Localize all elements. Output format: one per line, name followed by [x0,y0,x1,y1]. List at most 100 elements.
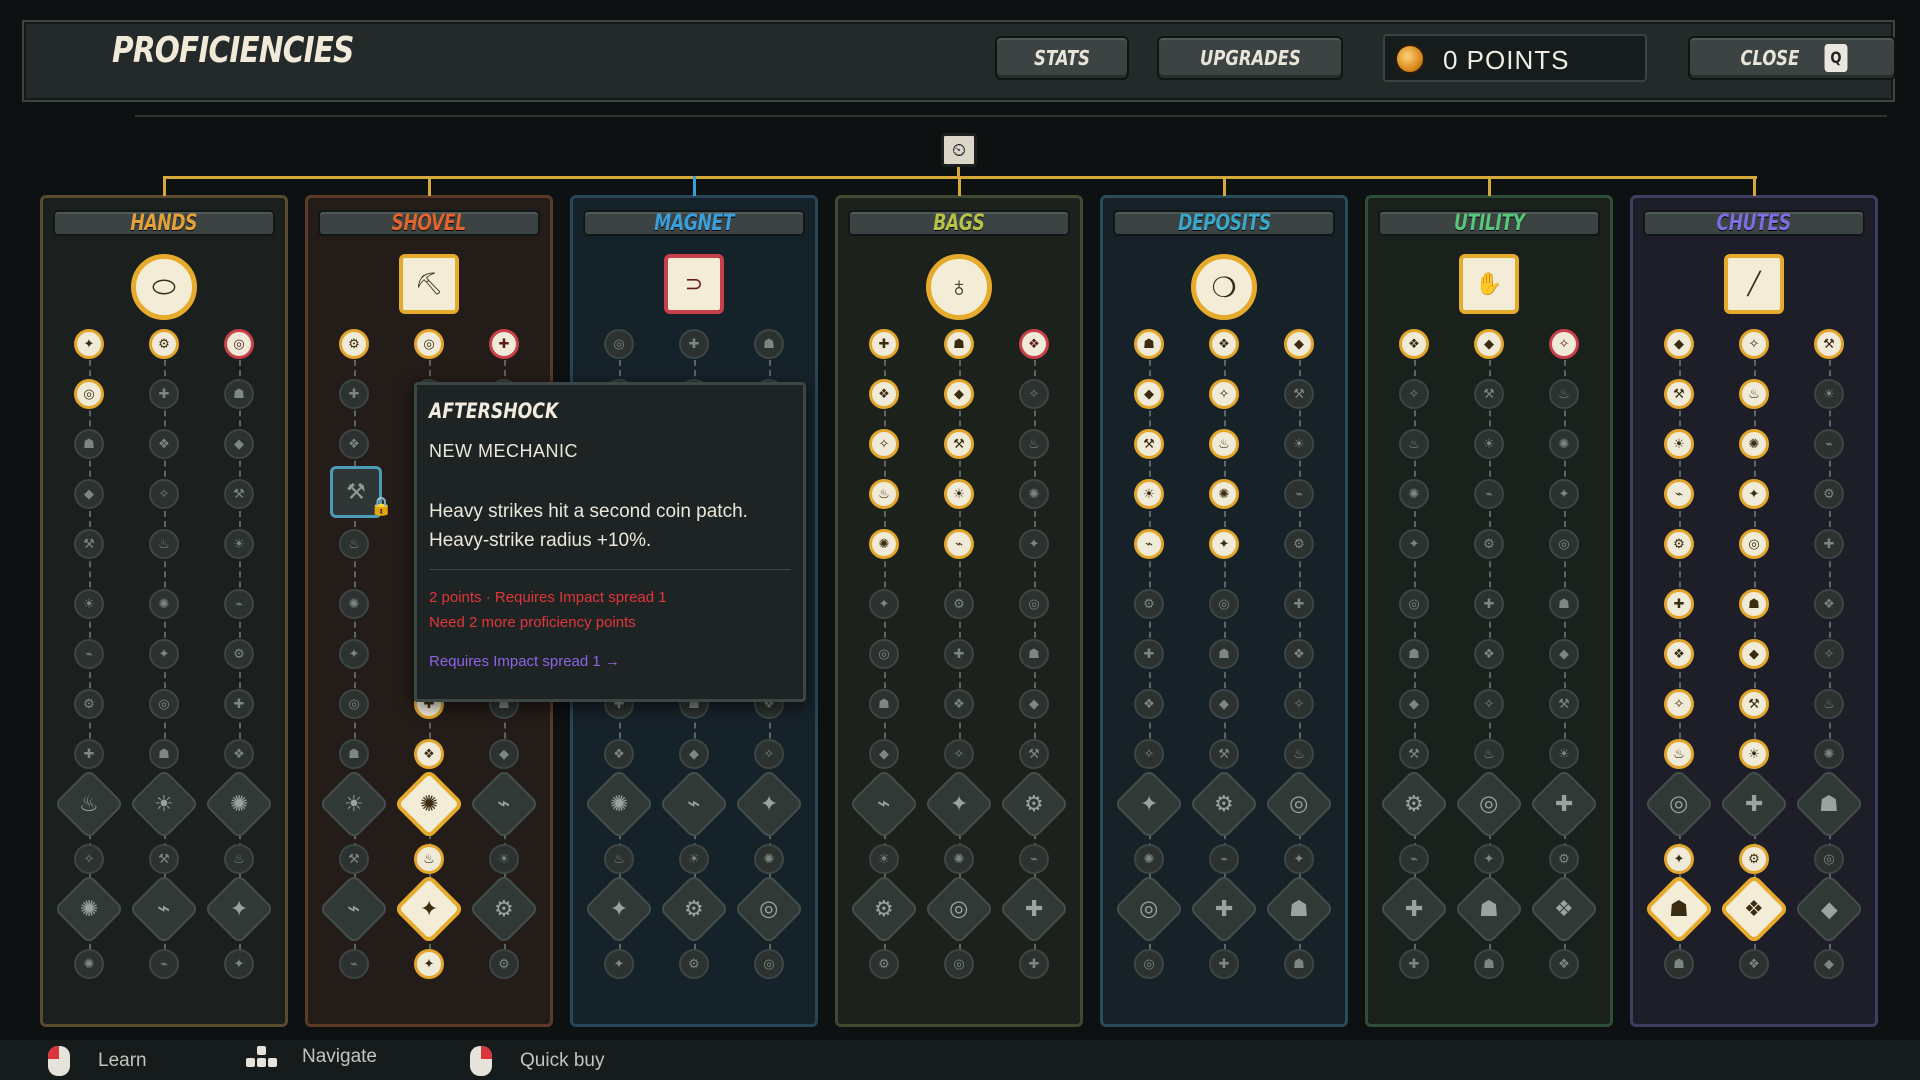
column-root-skill[interactable]: ⬭ [131,254,197,320]
skill-node[interactable]: ⚙ [944,589,974,619]
skill-node[interactable]: ✧ [754,739,784,769]
skill-node[interactable]: ⌁ [1814,429,1844,459]
skill-node[interactable]: ✚ [1209,949,1239,979]
skill-node[interactable]: ☀ [1474,429,1504,459]
skill-node[interactable]: ⚒ [149,844,179,874]
skill-node[interactable]: ◆ [224,429,254,459]
skill-node[interactable]: ⚒ [1474,379,1504,409]
skill-node[interactable]: ❖ [1549,949,1579,979]
skill-node[interactable]: ⚒ [944,429,974,459]
skill-node[interactable]: ☀ [1664,429,1694,459]
skill-node[interactable]: ✺ [1209,479,1239,509]
skill-node[interactable]: ☗ [1664,949,1694,979]
skill-node[interactable]: ◎ [1549,529,1579,559]
column-root-skill[interactable]: ⊃ [664,254,724,314]
skill-node[interactable]: ✦ [604,949,634,979]
skill-node[interactable]: ☗ [149,739,179,769]
skill-node[interactable]: ✚ [149,379,179,409]
skill-node[interactable]: ⌁ [1019,844,1049,874]
skill-node[interactable]: ◆ [1814,949,1844,979]
skill-node[interactable]: ☀ [74,589,104,619]
skill-node[interactable]: ☀ [489,844,519,874]
skill-node[interactable]: ⚒ [1284,379,1314,409]
skill-node[interactable]: ☗ [1134,329,1164,359]
skill-node[interactable]: ⚙ [1549,844,1579,874]
skill-node[interactable]: ⚙ [1814,479,1844,509]
skill-node[interactable]: ❖ [1814,589,1844,619]
skill-node[interactable]: ❖ [869,379,899,409]
column-root-skill[interactable]: ♁ [926,254,992,320]
skill-node[interactable]: ❖ [1739,949,1769,979]
skill-node[interactable]: ♨ [224,844,254,874]
skill-node[interactable]: ⚒ [1739,689,1769,719]
skill-node[interactable]: ✚ [339,379,369,409]
skill-node[interactable]: ⌁ [339,949,369,979]
skill-node[interactable]: ☗ [1284,949,1314,979]
skill-node[interactable]: ⌁ [149,949,179,979]
skill-node[interactable]: ✚ [944,639,974,669]
skill-node[interactable]: ✧ [1284,689,1314,719]
skill-node[interactable]: ☀ [679,844,709,874]
skill-node[interactable]: ◆ [869,739,899,769]
root-node[interactable]: ⏲ [941,133,977,167]
skill-node[interactable]: ✧ [1209,379,1239,409]
skill-node[interactable]: ☀ [224,529,254,559]
skill-node[interactable]: ◎ [1134,949,1164,979]
skill-node[interactable]: ◎ [224,329,254,359]
skill-node[interactable]: ⚙ [679,949,709,979]
skill-node[interactable]: ⚙ [489,949,519,979]
skill-node[interactable]: ✧ [1549,329,1579,359]
skill-node[interactable]: ⌁ [74,639,104,669]
skill-node[interactable]: ✦ [74,329,104,359]
skill-node[interactable]: ✦ [1474,844,1504,874]
skill-node[interactable]: ⌁ [1284,479,1314,509]
skill-node[interactable]: ❖ [1664,639,1694,669]
skill-node[interactable]: ☗ [1739,589,1769,619]
skill-node[interactable]: ✧ [1739,329,1769,359]
skill-node[interactable]: ⚒ [1664,379,1694,409]
skill-node[interactable]: ✺ [149,589,179,619]
skill-node[interactable]: ❖ [944,689,974,719]
skill-node[interactable]: ☀ [1739,739,1769,769]
skill-node[interactable]: ♨ [1209,429,1239,459]
skill-node[interactable]: ✧ [1474,689,1504,719]
skill-node[interactable]: ✚ [1664,589,1694,619]
skill-node[interactable]: ✚ [1019,949,1049,979]
skill-node[interactable]: ✧ [1399,379,1429,409]
skill-node[interactable]: ◆ [679,739,709,769]
skill-node[interactable]: ◆ [489,739,519,769]
skill-node[interactable]: ◎ [149,689,179,719]
stats-button[interactable]: STATS [995,36,1129,80]
skill-node[interactable]: ✚ [224,689,254,719]
skill-node[interactable]: ❖ [1019,329,1049,359]
skill-node[interactable]: ❖ [1399,329,1429,359]
skill-node[interactable]: ✺ [754,844,784,874]
skill-node[interactable]: ♨ [339,529,369,559]
skill-node[interactable]: ⚒ [1209,739,1239,769]
column-root-skill[interactable]: ❍ [1191,254,1257,320]
skill-node[interactable]: ✧ [869,429,899,459]
skill-node[interactable]: ⚙ [1284,529,1314,559]
skill-node[interactable]: ◎ [74,379,104,409]
skill-node[interactable]: ♨ [1019,429,1049,459]
skill-node[interactable]: ⚙ [74,689,104,719]
skill-node[interactable]: ✚ [1399,949,1429,979]
skill-node[interactable]: ☗ [1019,639,1049,669]
skill-node[interactable]: ◆ [1399,689,1429,719]
skill-node[interactable]: ✺ [1019,479,1049,509]
skill-node[interactable]: ❖ [1474,639,1504,669]
skill-node[interactable]: ♨ [1399,429,1429,459]
skill-node[interactable]: ⌁ [1209,844,1239,874]
column-root-skill[interactable]: ✋ [1459,254,1519,314]
skill-node[interactable]: ✦ [1664,844,1694,874]
skill-node[interactable]: ☗ [74,429,104,459]
skill-node[interactable]: ◆ [1134,379,1164,409]
skill-node[interactable]: ✺ [1134,844,1164,874]
skill-node[interactable]: ◎ [339,689,369,719]
skill-node[interactable]: ◆ [1549,639,1579,669]
skill-node[interactable]: ✦ [1739,479,1769,509]
skill-node[interactable]: ☗ [754,329,784,359]
skill-node[interactable]: ◎ [1814,844,1844,874]
skill-node[interactable]: ⚙ [1739,844,1769,874]
skill-node[interactable]: ◆ [74,479,104,509]
